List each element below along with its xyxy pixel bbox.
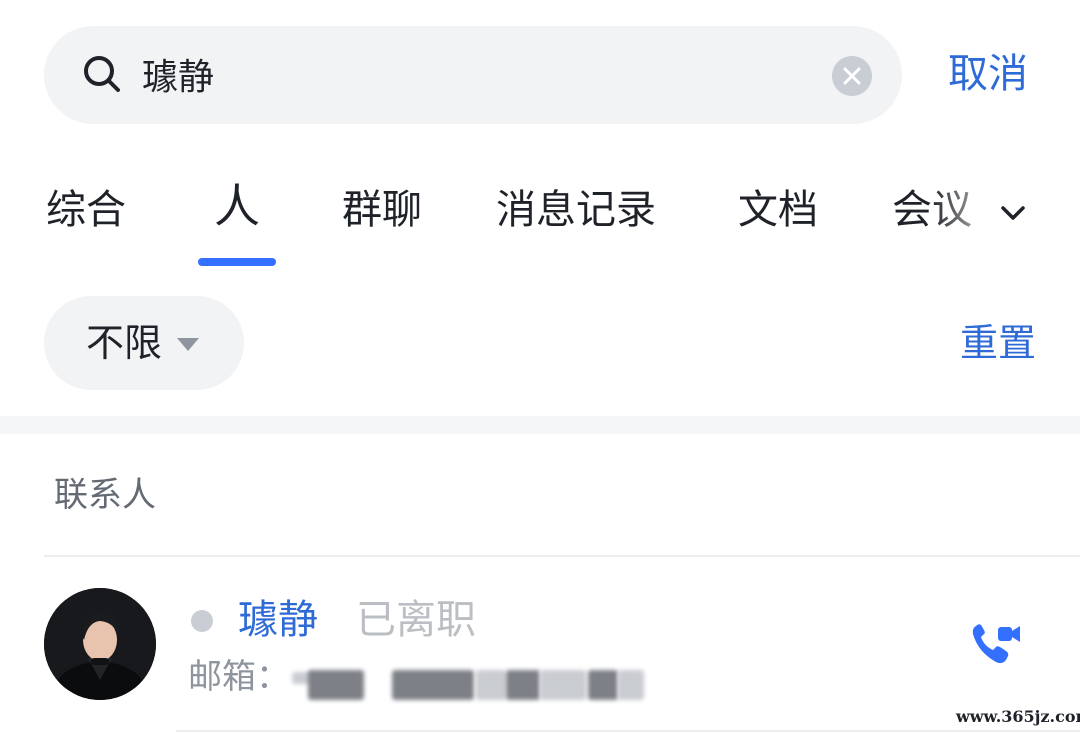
avatar	[44, 588, 156, 700]
tab-group-chats[interactable]: 群聊	[342, 184, 422, 236]
redacted-email-fragment	[588, 670, 618, 700]
tabs-fade-overlay	[930, 170, 1000, 260]
redacted-email-fragment	[308, 670, 364, 700]
filter-dropdown[interactable]: 不限	[44, 296, 244, 390]
tab-documents[interactable]: 文档	[738, 184, 818, 236]
section-title-contacts: 联系人	[54, 475, 156, 515]
chevron-down-icon[interactable]	[998, 198, 1028, 228]
redacted-email-fragment	[476, 670, 506, 700]
tab-people[interactable]: 人	[214, 180, 260, 232]
presence-status-dot	[191, 610, 213, 632]
filter-selected-value: 不限	[86, 321, 163, 365]
search-category-tabs: 综合 人 群聊 消息记录 文档 会议	[0, 170, 1080, 280]
caret-down-icon	[177, 338, 199, 351]
redacted-email-fragment	[506, 670, 540, 700]
reset-button[interactable]: 重置	[960, 318, 1036, 368]
tab-message-history[interactable]: 消息记录	[496, 184, 656, 236]
list-divider	[176, 730, 1080, 732]
search-input[interactable]	[142, 44, 802, 104]
list-divider	[44, 555, 1080, 557]
redacted-email-fragment	[540, 670, 586, 700]
email-label: 邮箱：	[188, 657, 290, 697]
section-divider	[0, 416, 1080, 434]
contact-name: 璩静	[238, 597, 318, 643]
contact-status-badge: 已离职	[356, 597, 476, 643]
search-bar: 取消	[0, 0, 1080, 140]
video-call-icon[interactable]	[970, 622, 1022, 666]
redacted-email-fragment	[392, 670, 474, 700]
contact-list-item[interactable]: 璩静 已离职 邮箱：	[0, 570, 1080, 732]
watermark: www.365jz.com	[956, 707, 1080, 726]
search-icon	[84, 56, 120, 92]
clear-icon[interactable]	[832, 56, 872, 96]
active-tab-indicator	[198, 258, 276, 266]
cancel-button[interactable]: 取消	[948, 48, 1028, 100]
redacted-email-fragment	[618, 670, 644, 700]
tab-comprehensive[interactable]: 综合	[46, 184, 126, 236]
